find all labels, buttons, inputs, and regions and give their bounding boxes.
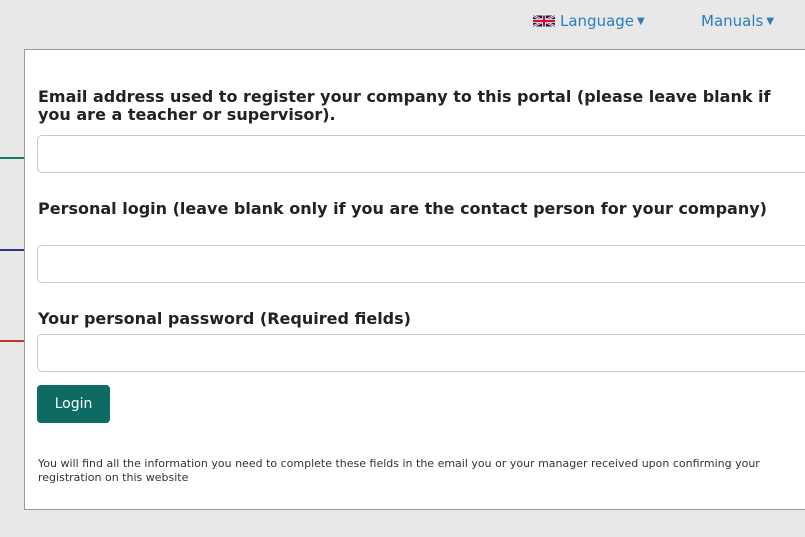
language-label: Language	[560, 12, 635, 30]
password-indicator-line	[0, 340, 24, 342]
email-indicator-line	[0, 157, 24, 159]
caret-down-icon: ▼	[766, 15, 775, 27]
email-field[interactable]	[37, 135, 805, 173]
email-label: Email address used to register your comp…	[38, 87, 771, 124]
login-button[interactable]: Login	[37, 385, 110, 423]
manuals-menu[interactable]: Manuals ▼	[701, 10, 774, 32]
language-menu[interactable]: Language ▼	[533, 10, 645, 32]
top-navigation: Language ▼ Manuals ▼	[0, 0, 805, 46]
login-indicator-line	[0, 249, 24, 251]
uk-flag-icon	[533, 14, 555, 28]
help-note: You will find all the information you ne…	[38, 457, 760, 484]
login-panel: Email address used to register your comp…	[24, 49, 805, 510]
login-label: Personal login (leave blank only if you …	[38, 199, 767, 218]
password-label: Your personal password (Required fields)	[38, 309, 411, 328]
login-field[interactable]	[37, 245, 805, 283]
manuals-label: Manuals	[701, 12, 764, 30]
password-field[interactable]	[37, 334, 805, 372]
caret-down-icon: ▼	[637, 15, 645, 27]
